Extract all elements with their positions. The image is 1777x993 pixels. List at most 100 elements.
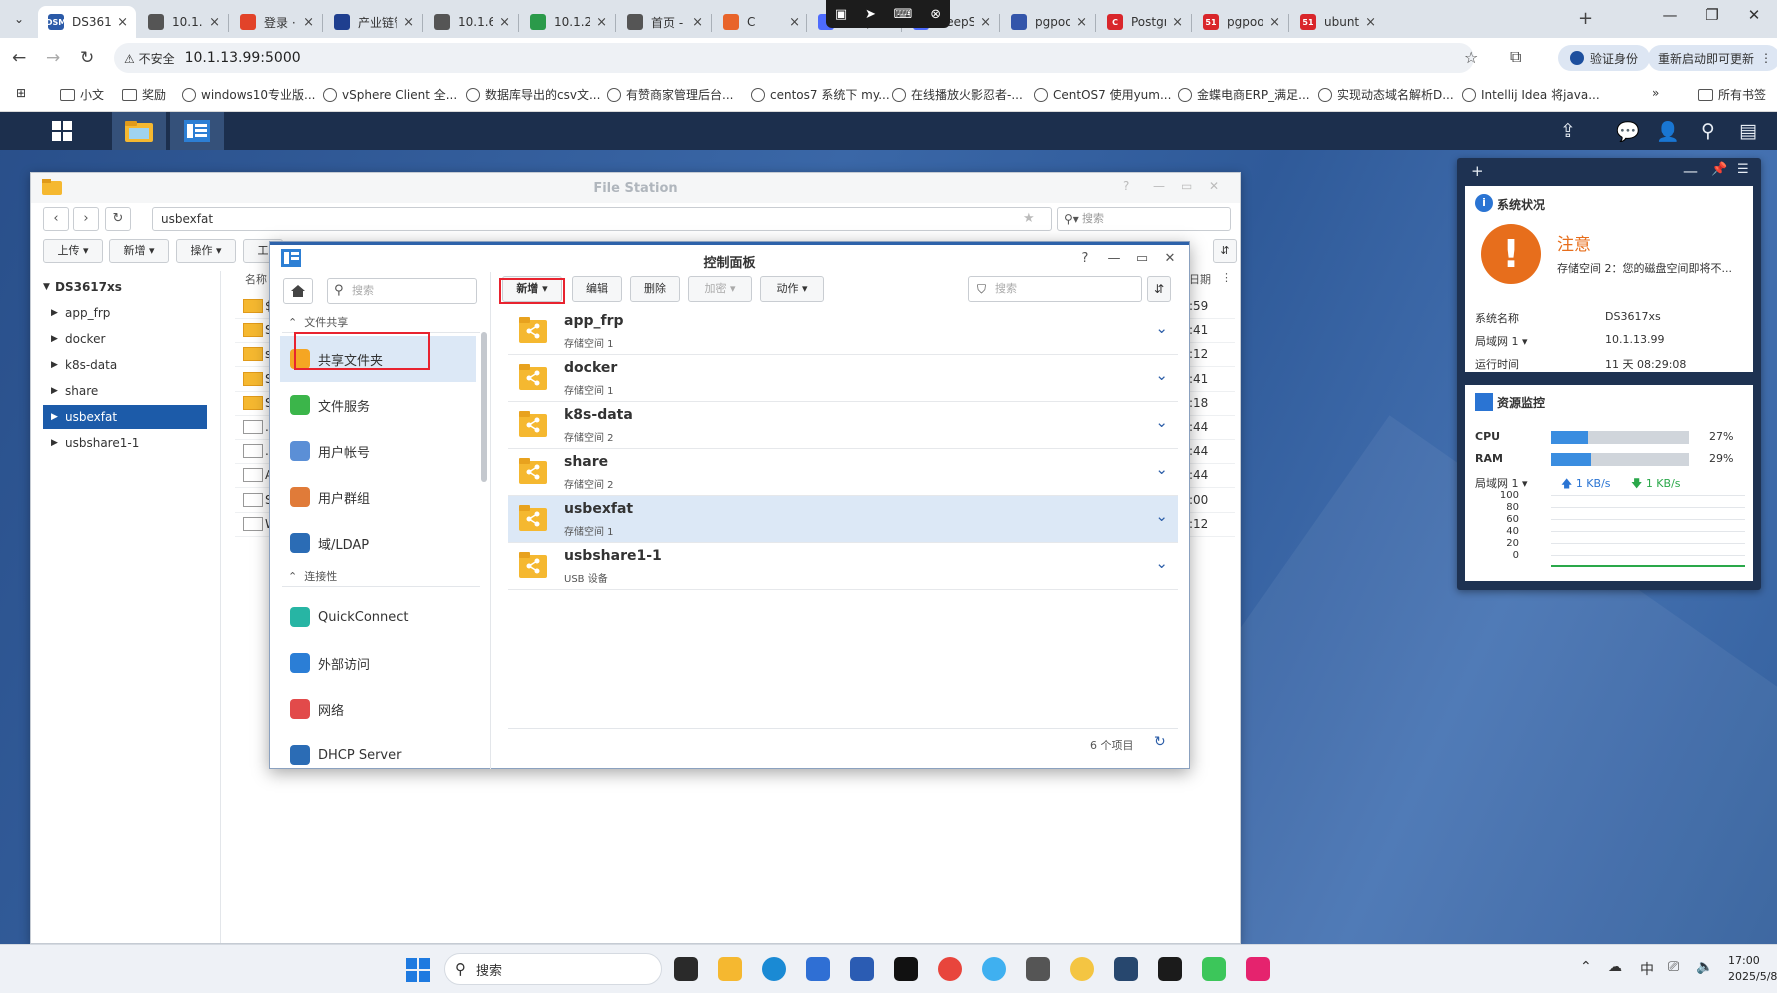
nav-item[interactable]: 网络 [280, 686, 476, 732]
maximize-icon[interactable]: ▭ [1132, 251, 1152, 266]
bookmark-item[interactable]: CentOS7 使用yum... [1034, 86, 1171, 103]
chat-icon[interactable] [982, 957, 1006, 981]
bookmark-item[interactable]: 小文 [60, 86, 104, 103]
browser-tab[interactable]: DSMDS3617× [38, 6, 136, 38]
tab-close-icon[interactable]: × [789, 15, 800, 30]
forward-button[interactable]: › [73, 207, 99, 231]
help-icon[interactable]: ? [1075, 251, 1095, 266]
nav-item[interactable]: QuickConnect [280, 594, 476, 640]
tree-expand-icon[interactable]: ▶ [51, 327, 58, 351]
tree-item-docker[interactable]: ▶ docker [43, 327, 207, 351]
bookmark-item[interactable]: windows10专业版... [182, 86, 316, 103]
create-button[interactable]: 新增 ▾ [109, 239, 169, 263]
minimize-icon[interactable]: — [1104, 251, 1124, 266]
tab-close-icon[interactable]: × [692, 15, 703, 30]
edit-button[interactable]: 编辑 [572, 276, 622, 302]
tree-expand-icon[interactable]: ▶ [51, 405, 58, 429]
tray-chevron-icon[interactable]: ⌃ [1580, 959, 1592, 975]
shared-folder-row[interactable]: docker 存储空间 1 ⌄ [508, 355, 1178, 402]
tab-close-icon[interactable]: × [403, 15, 414, 30]
minimize-window-button[interactable]: — [1650, 6, 1690, 24]
browser-tab[interactable]: 首页 - 新× [617, 6, 711, 38]
verify-identity-button[interactable]: 验证身份 [1558, 45, 1651, 71]
pin-icon[interactable]: 📌 [1711, 162, 1727, 177]
chrome-icon[interactable] [938, 957, 962, 981]
terminal-icon[interactable] [1158, 957, 1182, 981]
app-pink-icon[interactable] [1246, 957, 1270, 981]
tree-expand-icon[interactable]: ▶ [51, 379, 58, 403]
back-button[interactable]: ‹ [43, 207, 69, 231]
maximize-icon[interactable]: ▭ [1181, 179, 1192, 193]
main-menu-button[interactable] [35, 112, 89, 150]
windows-start-icon[interactable] [406, 958, 430, 982]
app-icon[interactable] [1070, 957, 1094, 981]
sidebar-search-input[interactable]: ⚲ 搜索 [327, 278, 477, 304]
apps-grid-icon[interactable]: ⊞ [16, 86, 26, 100]
remote-close-icon[interactable]: ⊗ [930, 7, 941, 22]
close-window-button[interactable]: ✕ [1734, 6, 1774, 24]
bookmark-item[interactable]: vSphere Client 全... [323, 86, 457, 103]
bookmark-item[interactable]: 奖励 [122, 86, 166, 103]
help-icon[interactable]: ? [1123, 179, 1129, 193]
bookmark-item[interactable]: centos7 系统下 my... [751, 86, 890, 103]
tree-expand-icon[interactable]: ▶ [51, 353, 58, 377]
column-name-header[interactable]: 名称 [245, 271, 267, 287]
forward-button[interactable]: → [46, 48, 60, 68]
tab-close-icon[interactable]: × [596, 15, 607, 30]
encrypt-button[interactable]: 加密 ▾ [688, 276, 752, 302]
chevron-down-icon[interactable]: ⌄ [1155, 554, 1168, 572]
chevron-down-icon[interactable]: ⌄ [1155, 507, 1168, 525]
collapse-widget-icon[interactable]: — [1683, 162, 1698, 180]
bookmark-item[interactable]: Intellij Idea 将java... [1462, 86, 1600, 103]
tab-close-icon[interactable]: × [117, 15, 128, 30]
bookmark-item[interactable]: 金蝶电商ERP_满足... [1178, 86, 1310, 103]
nav-item[interactable]: DHCP Server [280, 732, 476, 769]
chevron-down-icon[interactable]: ⌄ [1155, 413, 1168, 431]
shared-folder-row[interactable]: k8s-data 存储空间 2 ⌄ [508, 402, 1178, 449]
minimize-icon[interactable]: — [1153, 179, 1165, 193]
share-search-input[interactable]: ⛉ 搜索 [968, 276, 1142, 302]
action-button[interactable]: 操作 ▾ [176, 239, 236, 263]
volume-icon[interactable]: 🔈 [1696, 959, 1713, 975]
notifications-icon[interactable]: 💬 [1616, 120, 1640, 143]
file-explorer-icon[interactable] [718, 957, 742, 981]
tree-item-app_frp[interactable]: ▶ app_frp [43, 301, 207, 325]
bookmarks-overflow-icon[interactable]: » [1652, 86, 1659, 100]
nav-item[interactable]: 外部访问 [280, 640, 476, 686]
search-input[interactable]: ⚲▾ 搜索 [1057, 207, 1231, 231]
tree-item-share[interactable]: ▶ share [43, 379, 207, 403]
back-button[interactable]: ← [12, 48, 26, 68]
tree-expand-icon[interactable]: ▶ [51, 301, 58, 325]
browser-tab[interactable]: 10.1.60.× [424, 6, 518, 38]
bookmark-item[interactable]: 有赞商家管理后台... [607, 86, 733, 103]
remote-desktop-icon[interactable] [1026, 957, 1050, 981]
reload-button[interactable]: ↻ [80, 48, 94, 68]
browser-tab[interactable]: 产业链管× [324, 6, 422, 38]
tab-close-icon[interactable]: × [209, 15, 220, 30]
section-connectivity[interactable]: ⌃ 连接性 [288, 568, 337, 584]
tab-close-icon[interactable]: × [303, 15, 314, 30]
tab-close-icon[interactable]: × [1172, 15, 1183, 30]
remote-pointer-icon[interactable]: ➤ [865, 7, 876, 22]
restart-to-update-button[interactable]: 重新启动即可更新 ⋮ [1648, 45, 1777, 71]
shared-folder-row[interactable]: app_frp 存储空间 1 ⌄ [508, 308, 1178, 355]
nav-item[interactable]: 域/LDAP [280, 520, 476, 566]
bookmark-item[interactable]: 实现动态域名解析D... [1318, 86, 1454, 103]
widgets-toggle-icon[interactable]: ▤ [1736, 120, 1760, 142]
path-input[interactable]: usbexfat [152, 207, 1052, 231]
bookmark-item[interactable]: 在线播放火影忍者-... [892, 86, 1023, 103]
widget-menu-icon[interactable]: ☰ [1737, 162, 1749, 177]
tab-close-icon[interactable]: × [1269, 15, 1280, 30]
wechat-icon[interactable] [1202, 957, 1226, 981]
refresh-icon[interactable]: ↻ [1154, 734, 1166, 750]
browser-tab[interactable]: 10.1.60.× [138, 6, 228, 38]
delete-button[interactable]: 删除 [630, 276, 680, 302]
tab-close-icon[interactable]: × [1076, 15, 1087, 30]
tab-search-chevron-icon[interactable]: ⌄ [8, 8, 30, 30]
remote-keyboard-icon[interactable]: ⌨ [894, 7, 913, 22]
user-icon[interactable]: 👤 [1656, 120, 1680, 143]
restore-window-button[interactable]: ❐ [1692, 6, 1732, 24]
tab-close-icon[interactable]: × [499, 15, 510, 30]
nav-item[interactable]: 用户帐号 [280, 428, 476, 474]
favorite-star-icon[interactable]: ★ [1023, 211, 1035, 226]
